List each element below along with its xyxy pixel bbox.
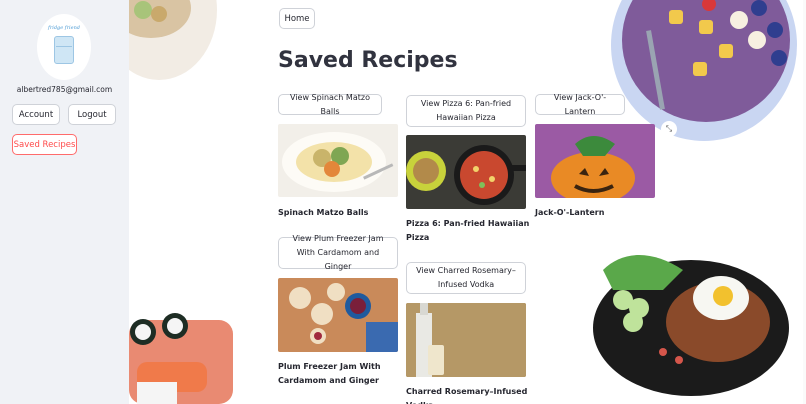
saved-recipes-button[interactable]: Saved Recipes: [12, 134, 77, 155]
recipe-image[interactable]: [406, 135, 526, 209]
sushi-decoration: [129, 310, 233, 404]
view-recipe-button[interactable]: View Jack-O'-Lantern: [535, 93, 625, 116]
fridge-icon: [54, 36, 74, 64]
recipe-image[interactable]: [406, 303, 526, 377]
recipe-name: Charred Rosemary–Infused Vodka: [406, 387, 528, 404]
recipe-name: Spinach Matzo Balls: [278, 208, 369, 217]
view-recipe-button[interactable]: View Plum Freezer Jam With Cardamom and …: [278, 234, 398, 271]
recipe-name: Jack-O'-Lantern: [535, 208, 605, 217]
expand-icon[interactable]: ⤡: [661, 121, 677, 137]
recipe-name: Pizza 6: Pan-fried Hawaiian Pizza: [406, 219, 530, 242]
account-button[interactable]: Account: [12, 104, 60, 125]
recipe-image[interactable]: [278, 124, 398, 197]
main-area: ⤡ Home Saved Recipes View Spinach Matzo …: [129, 0, 806, 404]
view-recipe-button[interactable]: View Spinach Matzo Balls: [278, 93, 382, 116]
user-email: albertred785@gmail.com: [16, 85, 113, 94]
bowl-decoration: [129, 0, 217, 82]
sidebar: fridge friend albertred785@gmail.com Acc…: [0, 0, 129, 404]
logout-button[interactable]: Logout: [68, 104, 116, 125]
view-recipe-button[interactable]: View Charred Rosemary–Infused Vodka: [406, 262, 526, 294]
view-recipe-button[interactable]: View Pizza 6: Pan-fried Hawaiian Pizza: [406, 95, 526, 127]
logo-text: fridge friend: [47, 25, 80, 31]
rice-plate-decoration: [593, 250, 806, 404]
recipe-image[interactable]: [535, 124, 655, 198]
recipe-image[interactable]: [278, 278, 398, 352]
recipe-name: Plum Freezer Jam With Cardamom and Ginge…: [278, 362, 381, 385]
page-title: Saved Recipes: [278, 48, 458, 73]
home-button[interactable]: Home: [279, 8, 315, 29]
app-logo: fridge friend: [37, 14, 91, 80]
